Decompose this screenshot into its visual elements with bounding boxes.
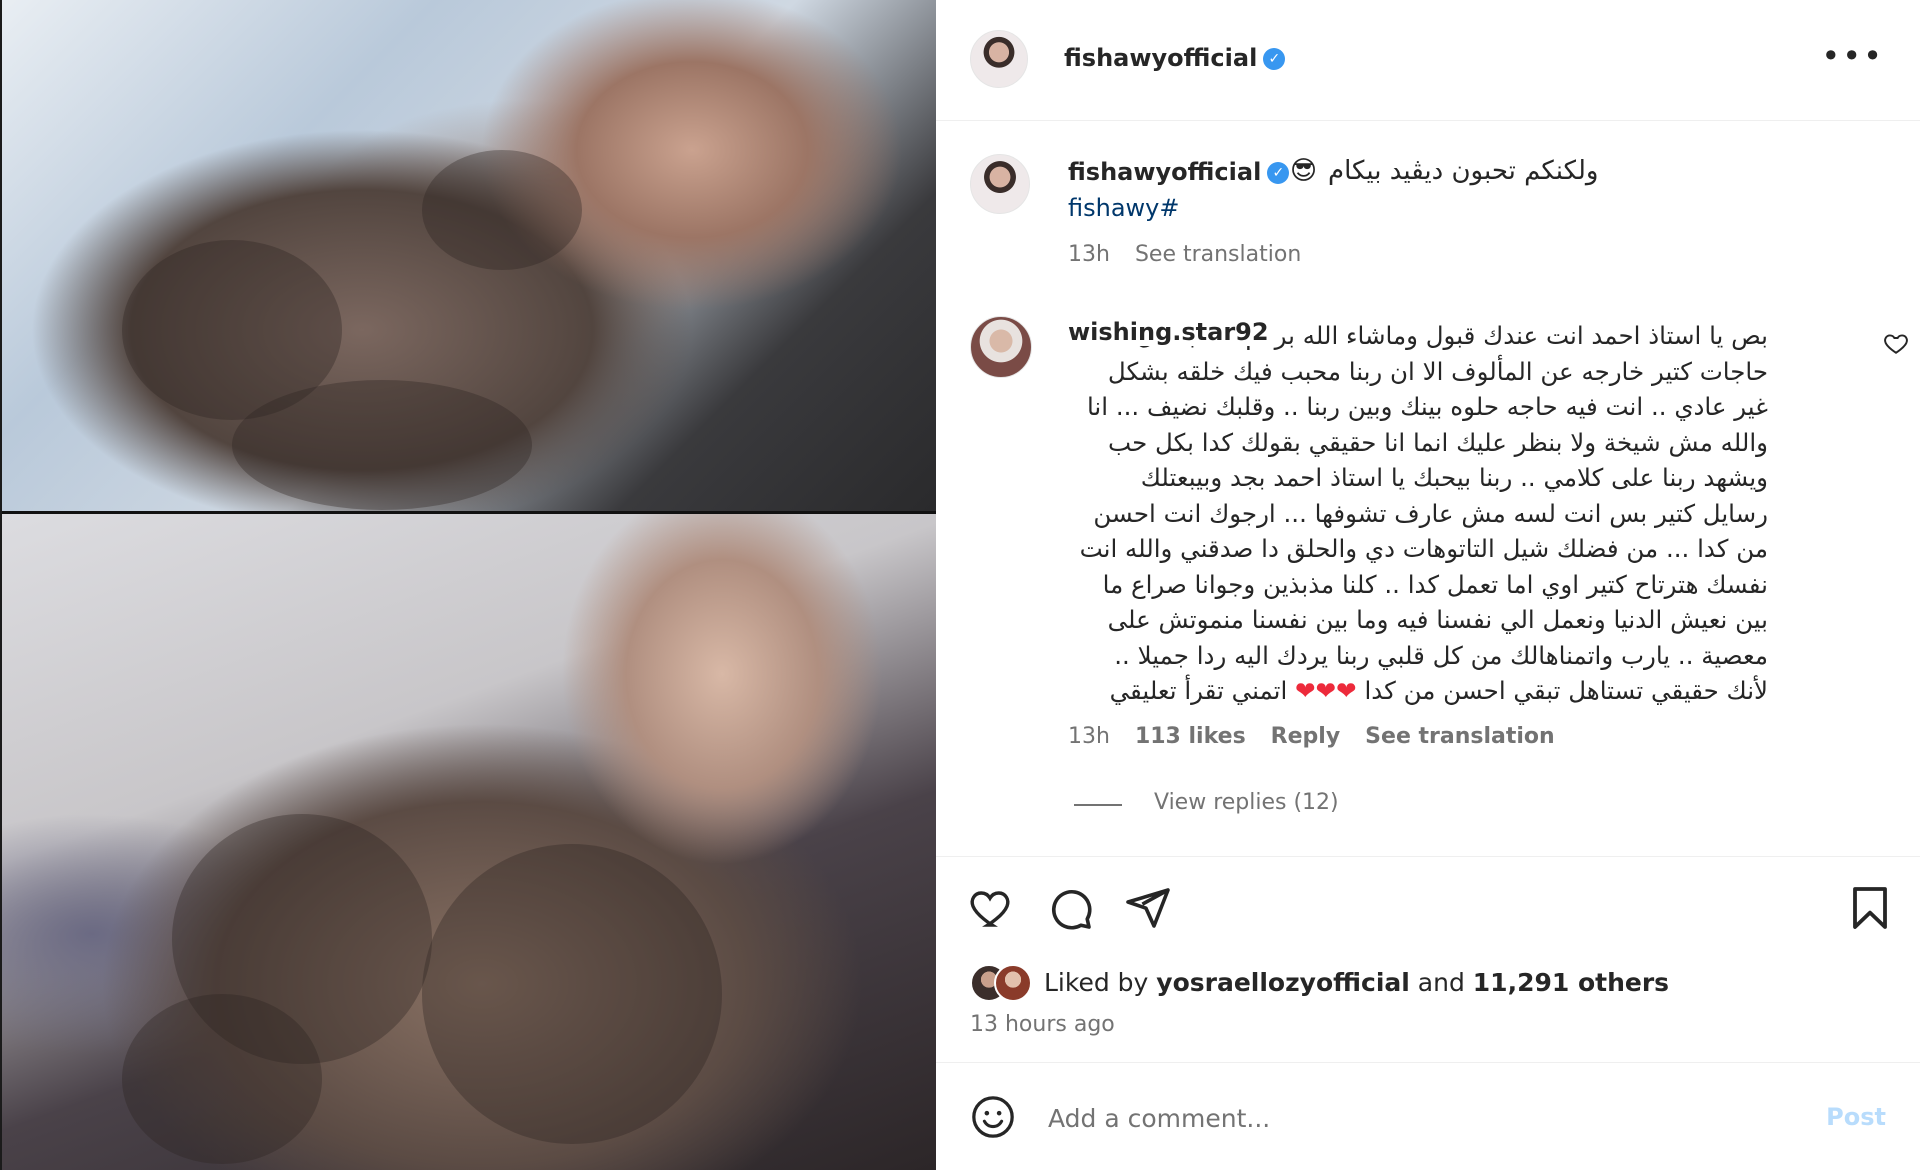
comment-see-translation[interactable]: See translation [1365, 724, 1555, 749]
window-frame: fishawyofficial ✓ ••• fishawyofficial ✓ 😎 … [0, 0, 1920, 1170]
hearts-emoji-icon: ❤❤❤ [1295, 676, 1357, 705]
post-sidebar: fishawyofficial ✓ ••• fishawyofficial ✓ 😎 … [936, 0, 1920, 1170]
caption-meta: 13h See translation [1068, 242, 1319, 267]
liked-by-and: and [1409, 968, 1473, 997]
post-image-top [2, 0, 936, 511]
comment-meta: 13h 113 likes Reply See translation [1068, 724, 1573, 749]
post-image-bottom [2, 514, 936, 1170]
caption-time[interactable]: 13h [1068, 242, 1110, 267]
actions-divider [936, 856, 1920, 857]
caption-hashtag[interactable]: fishawy# [1068, 194, 1179, 222]
caption-text: ولكنكم تحبون ديڤيد بيكام [1328, 156, 1599, 186]
bookmark-icon[interactable] [1846, 884, 1894, 932]
verified-badge-icon: ✓ [1267, 162, 1290, 184]
caption-avatar[interactable] [970, 154, 1030, 214]
comment-text: بص يا استاذ احمد انت عندك قبول وماشاء ال… [1079, 321, 1768, 705]
author-username[interactable]: fishawyofficial [1064, 44, 1257, 72]
comment-body: بص يا استاذ احمد انت عندك قبول وماشاء ال… [1068, 318, 1768, 709]
share-icon[interactable] [1124, 884, 1172, 932]
post-comment-button[interactable]: Post [1820, 1102, 1892, 1132]
author-avatar[interactable] [970, 30, 1028, 88]
tattoo-shade [422, 844, 722, 1144]
verified-badge-icon: ✓ [1263, 48, 1286, 70]
emoji-icon[interactable] [970, 1094, 1016, 1140]
tattoo-shade [122, 994, 322, 1164]
tattoo-shade [232, 380, 532, 510]
caption-see-translation[interactable]: See translation [1135, 242, 1301, 267]
comment-icon[interactable] [1046, 884, 1094, 932]
comment-likes[interactable]: 113 likes [1135, 724, 1246, 749]
view-replies-button[interactable]: View replies (12) [1154, 790, 1339, 815]
sunglasses-emoji-icon: 😎 [1290, 156, 1318, 186]
tattoo-shade [422, 150, 582, 270]
commenter-username[interactable]: wishing.star92 [1068, 318, 1275, 346]
post-time-ago[interactable]: 13 hours ago [970, 1012, 1115, 1037]
replies-divider-line [1074, 804, 1122, 806]
liked-by-prefix: Liked by [1044, 968, 1157, 997]
add-comment-input[interactable] [1046, 1097, 1750, 1139]
comment-time[interactable]: 13h [1068, 724, 1110, 749]
comment-like-heart-icon[interactable] [1883, 330, 1909, 356]
comment-reply-button[interactable]: Reply [1271, 724, 1341, 749]
liked-by-text: Liked by yosraellozyofficial and 11,291 … [1044, 968, 1669, 997]
liked-by-user[interactable]: yosraellozyofficial [1156, 968, 1410, 997]
commenter-avatar[interactable] [970, 316, 1032, 378]
more-options-icon[interactable]: ••• [1821, 40, 1884, 72]
caption-username[interactable]: fishawyofficial [1068, 158, 1261, 186]
liked-by-others[interactable]: 11,291 others [1473, 968, 1669, 997]
comment-tail: اتمني تقرأ تعليقي [1109, 676, 1288, 705]
liker-avatar [994, 964, 1032, 1002]
comment-box-divider [936, 1062, 1920, 1063]
post-media[interactable] [2, 0, 936, 1170]
caption-username-row[interactable]: fishawyofficial ✓ [1068, 158, 1290, 186]
liked-by-avatars[interactable] [970, 964, 1034, 1004]
post-header: fishawyofficial ✓ ••• [936, 0, 1920, 121]
author-username-row[interactable]: fishawyofficial ✓ [1064, 44, 1286, 72]
like-heart-icon[interactable] [968, 884, 1016, 932]
